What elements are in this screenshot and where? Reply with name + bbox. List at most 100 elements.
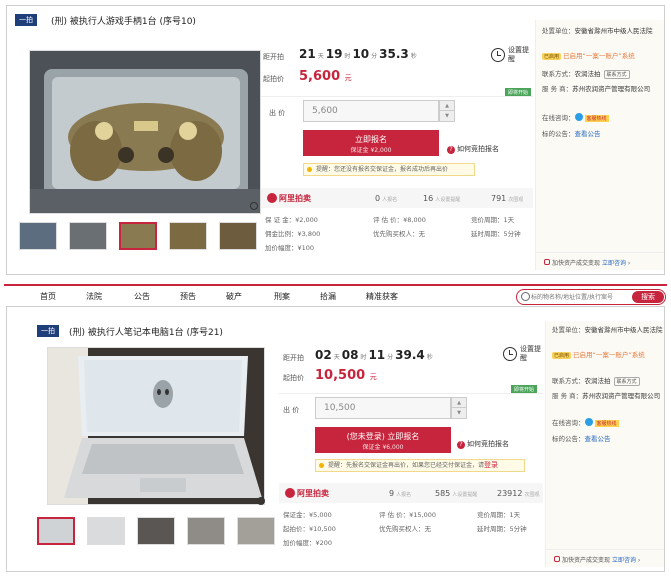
start-price-label: 起拍价 [263, 75, 284, 83]
detail-increment: 加价幅度：¥100 [265, 244, 315, 252]
court-name[interactable]: 安徽省滁州市中级人民法院 [585, 326, 663, 334]
set-reminder-button[interactable]: 设置提醒 [489, 46, 533, 70]
thumbnail-5[interactable] [219, 222, 257, 250]
online-consult-button[interactable]: 客服热线 [584, 115, 609, 122]
stat-views: 791 次围观 [491, 194, 524, 203]
detail-cycle: 竞价周期：1天 [477, 511, 521, 519]
court-name[interactable]: 安徽省滁州市中级人民法院 [575, 27, 653, 35]
stat-registered: 9 人报名 [389, 489, 412, 498]
thumbnail-1[interactable] [19, 222, 57, 250]
laptop-photo [48, 348, 264, 504]
detail-appraisal: 评 估 价：¥8,000 [373, 216, 426, 224]
thumbnail-4[interactable] [169, 222, 207, 250]
thumbnail-2[interactable] [69, 222, 107, 250]
game-controller-photo [30, 51, 260, 213]
nav-leads[interactable]: 精准获客 [366, 291, 398, 302]
search-icon [521, 292, 530, 301]
clock-icon [491, 48, 505, 62]
start-price: 10,500 元 [315, 368, 377, 383]
bid-label: 出 价 [269, 109, 286, 117]
auction-listing-controller: 一拍 (刑) 被执行人游戏手柄1台 (序号10) 距开拍 21 天 19 时 10 分 35… [6, 5, 665, 275]
nav-preview[interactable]: 预告 [180, 291, 196, 302]
detail-extend: 延时周期：5分钟 [471, 230, 521, 238]
thumbnail-1-selected[interactable] [37, 517, 75, 545]
nav-bargain[interactable]: 拾漏 [320, 291, 336, 302]
detail-priority: 优先购买权人：无 [373, 230, 425, 238]
brand-logo: 阿里拍卖 [285, 488, 329, 499]
thumbnail-strip [37, 517, 277, 551]
nav-court[interactable]: 法院 [86, 291, 102, 302]
round-tag: 一拍 [15, 14, 37, 26]
alibaba-icon [267, 193, 277, 203]
listing-title-row: 一拍 (刑) 被执行人游戏手柄1台 (序号10) [7, 6, 527, 34]
consult-bar[interactable]: 加快资产成交变现 立即咨询 › [536, 252, 664, 270]
countdown-timer: 02 天 08 时 11 分 39.4 秒 [315, 348, 433, 362]
login-tip: 提醒：先报名交保证金再出价，如果您已经交付保证金，请登录 [315, 459, 525, 472]
search-button[interactable]: 搜索 [632, 291, 664, 303]
nav-notice[interactable]: 公告 [134, 291, 150, 302]
detail-appraisal: 评 估 价：¥15,000 [379, 511, 437, 519]
countdown-label: 距开拍 [263, 53, 284, 61]
how-to-register-link[interactable]: ? 如何竞拍报名 [457, 439, 509, 449]
nav-bankruptcy[interactable]: 破产 [226, 291, 242, 302]
detail-increment: 加价幅度：¥200 [283, 539, 333, 547]
start-price: 5,600 元 [299, 69, 352, 84]
main-nav: 首页 法院 公告 预告 破产 刑案 拾漏 精准获客 搜索 [4, 284, 667, 306]
zoom-icon[interactable] [257, 497, 265, 505]
stat-registered: 0 人报名 [375, 194, 398, 203]
detail-cycle: 竞价周期：1天 [471, 216, 515, 224]
online-consult-button[interactable]: 客服热线 [594, 420, 619, 427]
thumbnail-3-selected[interactable] [119, 222, 157, 250]
account-badge: 已启用 [542, 53, 562, 60]
help-icon: ? [447, 146, 455, 154]
thumbnail-2[interactable] [87, 517, 125, 545]
listing-title[interactable]: (刑) 被执行人笔记本电脑1台 (序号21) [69, 325, 223, 338]
how-to-register-link[interactable]: ? 如何竞拍报名 [447, 144, 499, 154]
stats-bar: 阿里拍卖 0 人报名 16 人设置提醒 791 次围观 [261, 188, 533, 208]
listing-title-row: 一拍 (刑) 被执行人笔记本电脑1台 (序号21) [7, 317, 527, 345]
bid-input-field[interactable] [316, 398, 450, 418]
reminder-tip: 提醒：您还没有报名交保证金，报名成功后再出价 [303, 163, 475, 176]
search-input[interactable] [531, 291, 627, 303]
bid-input[interactable] [303, 100, 439, 122]
bid-input-field[interactable] [304, 101, 438, 121]
detail-priority: 优先购买权人：无 [379, 525, 431, 533]
main-product-image[interactable] [47, 347, 265, 505]
chat-icon [584, 418, 593, 426]
help-icon: ? [457, 441, 465, 449]
detail-commission: 佣金比例：¥3,800 [265, 230, 321, 238]
countdown-timer: 21 天 19 时 10 分 35.3 秒 [299, 47, 417, 61]
nav-criminal[interactable]: 刑案 [274, 291, 290, 302]
contact-button[interactable]: 联系方式 [613, 377, 640, 386]
search-box: 搜索 [516, 289, 666, 305]
nav-home[interactable]: 首页 [40, 291, 56, 302]
thumbnail-3[interactable] [137, 517, 175, 545]
register-button[interactable]: 立即报名 保证金 ¥2,000 [303, 130, 439, 156]
thumbnail-4[interactable] [187, 517, 225, 545]
auction-listing-laptop: 一拍 (刑) 被执行人笔记本电脑1台 (序号21) 距开拍 02 天 08 时 11 分 3… [6, 306, 665, 572]
thumbnail-strip [19, 222, 263, 256]
view-notice-link[interactable]: 查看公告 [575, 130, 601, 138]
contact-button[interactable]: 联系方式 [603, 70, 630, 79]
set-reminder-button[interactable]: 设置提醒 [501, 345, 545, 369]
login-link[interactable]: 登录 [484, 461, 498, 469]
consult-bar[interactable]: 加快资产成交变现 立即咨询 › [546, 549, 664, 567]
start-price-label: 起拍价 [283, 374, 304, 382]
round-tag: 一拍 [37, 325, 59, 337]
thumbnail-5[interactable] [237, 517, 275, 545]
view-notice-link[interactable]: 查看公告 [585, 435, 611, 443]
clock-icon [503, 347, 517, 361]
stat-reminders: 585 人设置提醒 [435, 489, 478, 498]
chat-icon [574, 113, 583, 121]
stats-bar: 阿里拍卖 9 人报名 585 人设置提醒 23912 次围观 [279, 483, 543, 503]
detail-start: 起拍价：¥10,500 [283, 525, 336, 533]
register-button[interactable]: (您未登录) 立即报名 保证金 ¥6,000 [315, 427, 451, 453]
listing-title[interactable]: (刑) 被执行人游戏手柄1台 (序号10) [51, 14, 196, 27]
countdown-label: 距开拍 [283, 354, 304, 362]
bid-input[interactable] [315, 397, 451, 419]
bid-stepper[interactable]: ▲ ▼ [439, 100, 455, 122]
side-info-box: 处置单位：安徽省滁州市中级人民法院 已启用 已启用“一案一账户”系统 联系方式：农… [535, 20, 664, 270]
main-product-image[interactable] [29, 50, 261, 214]
zoom-icon[interactable] [250, 202, 258, 210]
bid-stepper[interactable]: ▲ ▼ [451, 397, 467, 419]
